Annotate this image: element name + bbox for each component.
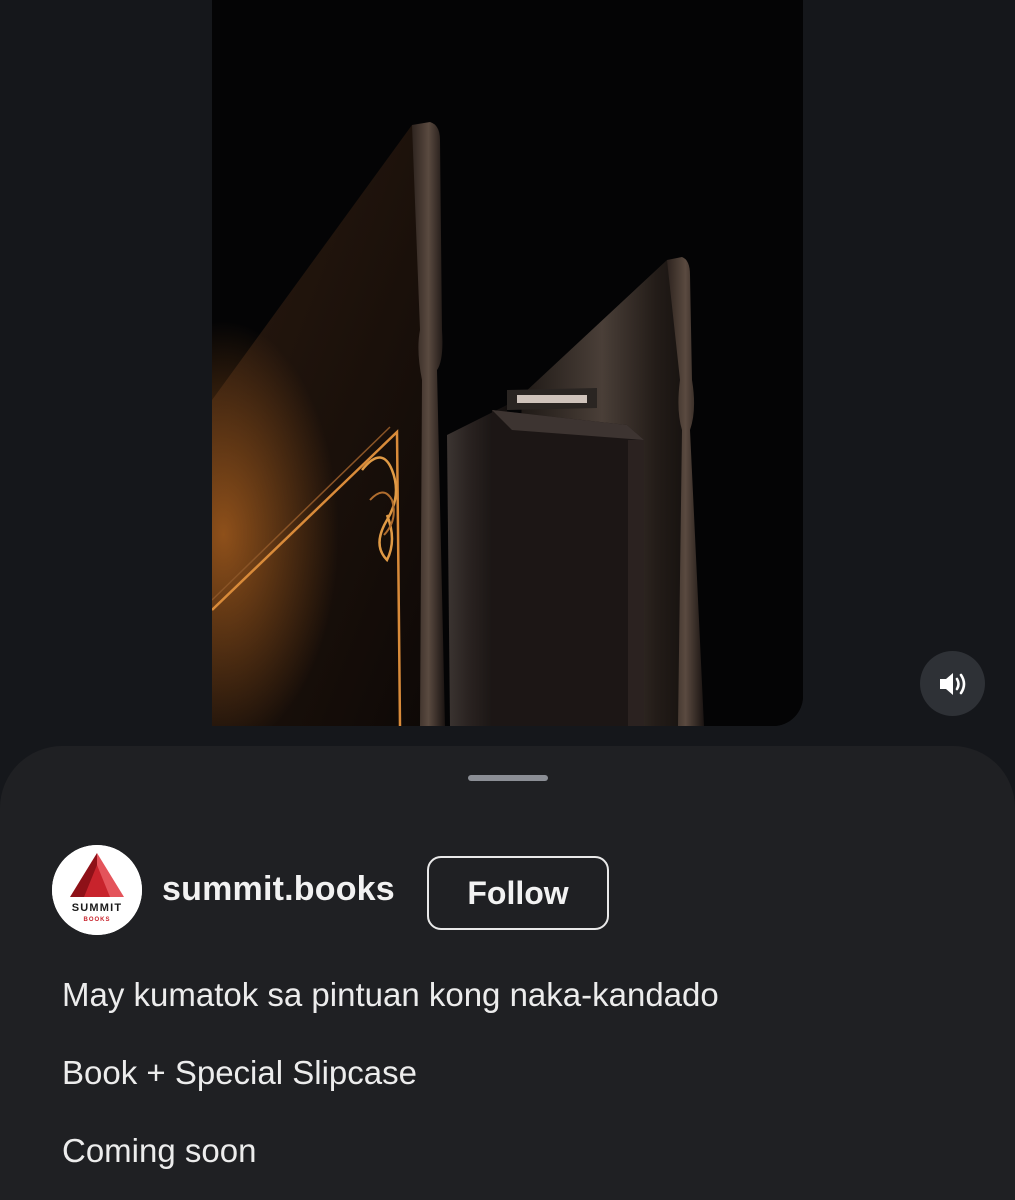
sound-toggle-button[interactable] xyxy=(920,651,985,716)
svg-text:SUMMIT: SUMMIT xyxy=(72,902,123,914)
caption-line: May kumatok sa pintuan kong naka-kandado xyxy=(62,976,719,1013)
avatar[interactable]: SUMMIT BOOKS xyxy=(52,845,142,935)
video-frame-image xyxy=(212,0,803,726)
speaker-volume-icon xyxy=(939,672,965,695)
caption-line: Coming soon xyxy=(62,1132,257,1169)
svg-text:BOOKS: BOOKS xyxy=(83,917,110,923)
post-info-sheet: SUMMIT BOOKS summit.books Follow May kum… xyxy=(0,746,1015,1200)
summit-books-logo: SUMMIT BOOKS xyxy=(52,845,142,935)
sheet-drag-handle[interactable] xyxy=(468,775,548,781)
follow-button[interactable]: Follow xyxy=(427,856,609,930)
account-username[interactable]: summit.books xyxy=(162,870,395,909)
post-viewer-screen: SUMMIT BOOKS summit.books Follow May kum… xyxy=(0,0,1015,1200)
post-video[interactable] xyxy=(212,0,803,726)
caption-line: Book + Special Slipcase xyxy=(62,1054,417,1091)
